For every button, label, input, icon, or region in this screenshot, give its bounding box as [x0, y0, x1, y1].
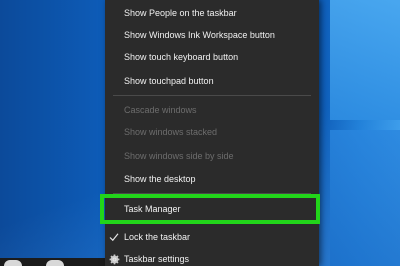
menu-item-cascade-windows: Cascade windows	[105, 99, 319, 121]
menu-separator	[113, 95, 311, 96]
menu-item-label: Lock the taskbar	[124, 232, 191, 242]
menu-item-show-touchpad[interactable]: Show touchpad button	[105, 70, 319, 92]
menu-item-label: Show windows side by side	[124, 151, 234, 161]
menu-item-show-windows-stacked: Show windows stacked	[105, 121, 319, 143]
menu-item-lock-taskbar[interactable]: Lock the taskbar	[105, 226, 319, 248]
menu-item-show-windows-side-by-side: Show windows side by side	[105, 145, 319, 167]
taskbar-context-menu: Show People on the taskbar Show Windows …	[105, 0, 319, 266]
gear-icon	[108, 248, 120, 266]
menu-item-label: Show People on the taskbar	[124, 8, 237, 18]
menu-item-label: Show the desktop	[124, 174, 196, 184]
menu-item-show-desktop[interactable]: Show the desktop	[105, 168, 319, 190]
menu-item-label: Show touch keyboard button	[124, 52, 239, 62]
checkmark-icon	[108, 226, 120, 248]
taskbar-icon[interactable]	[46, 260, 64, 266]
menu-item-show-touch-keyboard[interactable]: Show touch keyboard button	[105, 46, 319, 68]
taskbar[interactable]	[0, 258, 105, 266]
menu-item-label: Cascade windows	[124, 105, 197, 115]
menu-item-label: Show windows stacked	[124, 127, 218, 137]
menu-item-taskbar-settings[interactable]: Taskbar settings	[105, 248, 319, 266]
menu-item-label: Show touchpad button	[124, 76, 214, 86]
menu-item-label: Show Windows Ink Workspace button	[124, 30, 275, 40]
wallpaper-light-pane	[330, 0, 400, 120]
menu-item-label: Taskbar settings	[124, 254, 190, 264]
taskbar-icon[interactable]	[4, 260, 22, 266]
menu-item-show-people[interactable]: Show People on the taskbar	[105, 2, 319, 24]
menu-item-show-ink-workspace[interactable]: Show Windows Ink Workspace button	[105, 24, 319, 46]
task-manager-highlight-frame	[100, 194, 320, 224]
wallpaper-light-pane-lower	[330, 130, 400, 266]
